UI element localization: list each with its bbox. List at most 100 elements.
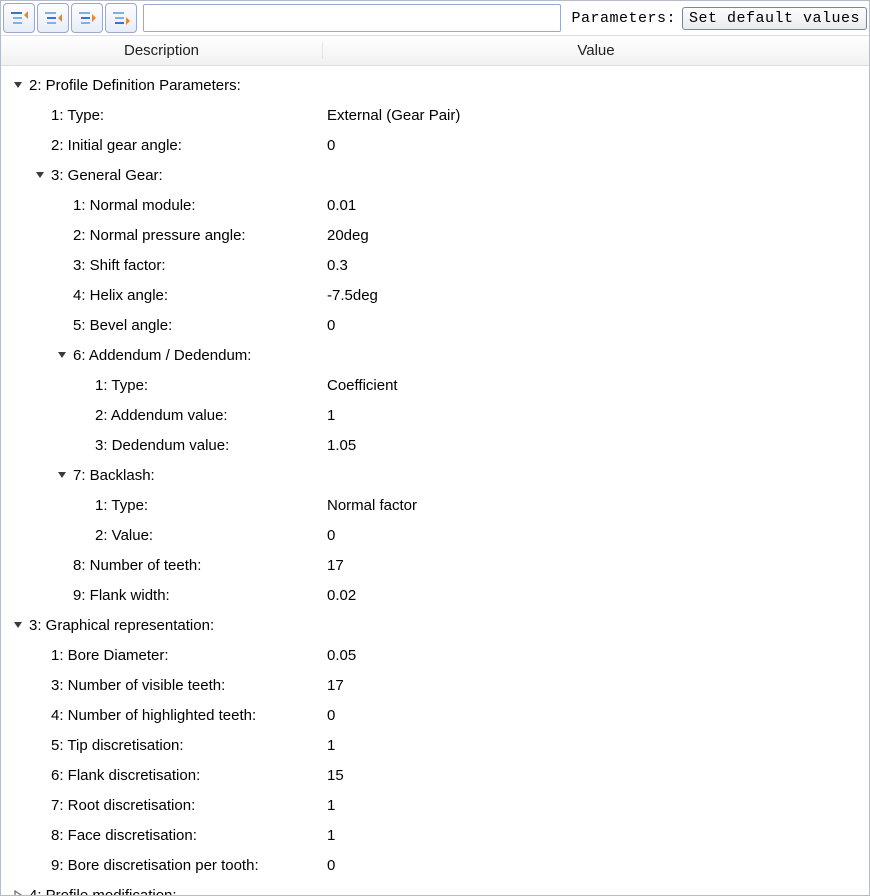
row-label: 1: Type: bbox=[91, 377, 148, 394]
parameter-tree[interactable]: 2: Profile Definition Parameters: 1: Type… bbox=[1, 66, 869, 896]
row-label: 3: Number of visible teeth: bbox=[47, 677, 225, 694]
row-label: 5: Tip discretisation: bbox=[47, 737, 184, 754]
row-label: 6: Addendum / Dedendum: bbox=[69, 347, 251, 364]
list-prev-icon bbox=[43, 9, 63, 27]
row-value[interactable]: -7.5deg bbox=[327, 287, 869, 304]
row-label: 4: Profile modification: bbox=[25, 887, 177, 896]
row-label: 7: Root discretisation: bbox=[47, 797, 195, 814]
row-label: 1: Bore Diameter: bbox=[47, 647, 169, 664]
row-value[interactable]: 17 bbox=[327, 557, 869, 574]
row-value[interactable]: 0 bbox=[327, 317, 869, 334]
tree-row[interactable]: 8: Face discretisation: 1 bbox=[5, 820, 869, 850]
row-label: 2: Value: bbox=[91, 527, 153, 544]
tree-row[interactable]: 7: Backlash: bbox=[5, 460, 869, 490]
set-defaults-button[interactable]: Set default values bbox=[682, 7, 867, 30]
tree-row[interactable]: 2: Initial gear angle: 0 bbox=[5, 130, 869, 160]
tree-row[interactable]: 7: Root discretisation: 1 bbox=[5, 790, 869, 820]
parameter-panel: Parameters: Set default values Descripti… bbox=[0, 0, 870, 896]
header-description[interactable]: Description bbox=[1, 42, 323, 59]
row-value[interactable]: 0 bbox=[327, 527, 869, 544]
collapse-icon[interactable] bbox=[33, 168, 47, 182]
tree-row[interactable]: 8: Number of teeth:17 bbox=[5, 550, 869, 580]
tree-row[interactable]: 6: Flank discretisation: 15 bbox=[5, 760, 869, 790]
row-label: 3: Shift factor: bbox=[69, 257, 166, 274]
row-value[interactable]: External (Gear Pair) bbox=[327, 107, 869, 124]
column-headers: Description Value bbox=[1, 36, 869, 66]
row-value[interactable]: 1 bbox=[327, 407, 869, 424]
tree-row[interactable]: 5: Bevel angle: 0 bbox=[5, 310, 869, 340]
tree-row[interactable]: 3: Number of visible teeth: 17 bbox=[5, 670, 869, 700]
tree-row[interactable]: 3: General Gear: bbox=[5, 160, 869, 190]
header-value[interactable]: Value bbox=[323, 42, 869, 59]
row-value[interactable]: 0.05 bbox=[327, 647, 869, 664]
row-value[interactable]: 1 bbox=[327, 827, 869, 844]
row-value[interactable]: 0.01 bbox=[327, 197, 869, 214]
tree-row[interactable]: 4: Number of highlighted teeth: 0 bbox=[5, 700, 869, 730]
row-label: 1: Normal module: bbox=[69, 197, 196, 214]
row-label: 8: Face discretisation: bbox=[47, 827, 197, 844]
row-label: 2: Normal pressure angle: bbox=[69, 227, 246, 244]
tree-row[interactable]: 9: Flank width: 0.02 bbox=[5, 580, 869, 610]
row-label: 9: Bore discretisation per tooth: bbox=[47, 857, 259, 874]
row-value[interactable]: 1.05 bbox=[327, 437, 869, 454]
tree-row[interactable]: 5: Tip discretisation: 1 bbox=[5, 730, 869, 760]
toolbar: Parameters: Set default values bbox=[1, 1, 869, 36]
parameters-label: Parameters: bbox=[567, 10, 680, 27]
tree-row[interactable]: 9: Bore discretisation per tooth: 0 bbox=[5, 850, 869, 880]
collapse-all-button[interactable] bbox=[3, 3, 35, 33]
tree-row[interactable]: 2: Value: 0 bbox=[5, 520, 869, 550]
row-value[interactable]: 0 bbox=[327, 707, 869, 724]
collapse-icon[interactable] bbox=[11, 78, 25, 92]
row-label: 4: Helix angle: bbox=[69, 287, 168, 304]
tree-row[interactable]: 3: Dedendum value: 1.05 bbox=[5, 430, 869, 460]
row-value[interactable]: 20deg bbox=[327, 227, 869, 244]
row-label: 2: Profile Definition Parameters: bbox=[25, 77, 241, 94]
row-value[interactable]: Coefficient bbox=[327, 377, 869, 394]
row-value[interactable]: 15 bbox=[327, 767, 869, 784]
row-label: 5: Bevel angle: bbox=[69, 317, 172, 334]
collapse-icon[interactable] bbox=[55, 468, 69, 482]
tree-row[interactable]: 4: Helix angle: -7.5deg bbox=[5, 280, 869, 310]
row-value[interactable]: 0.02 bbox=[327, 587, 869, 604]
tree-row[interactable]: 2: Addendum value: 1 bbox=[5, 400, 869, 430]
tree-row[interactable]: 6: Addendum / Dedendum: bbox=[5, 340, 869, 370]
row-value[interactable]: 0.3 bbox=[327, 257, 869, 274]
tree-row[interactable]: 1: Type: Coefficient bbox=[5, 370, 869, 400]
row-value[interactable]: 0 bbox=[327, 137, 869, 154]
expand-icon[interactable] bbox=[11, 888, 25, 896]
row-value[interactable]: 1 bbox=[327, 737, 869, 754]
collapse-icon[interactable] bbox=[55, 348, 69, 362]
tree-row[interactable]: 1: Type: External (Gear Pair) bbox=[5, 100, 869, 130]
next-item-button[interactable] bbox=[71, 3, 103, 33]
row-label: 6: Flank discretisation: bbox=[47, 767, 200, 784]
row-label: 7: Backlash: bbox=[69, 467, 155, 484]
tree-row[interactable]: 3: Shift factor: 0.3 bbox=[5, 250, 869, 280]
expand-all-button[interactable] bbox=[105, 3, 137, 33]
row-value[interactable]: 0 bbox=[327, 857, 869, 874]
row-value[interactable]: Normal factor bbox=[327, 497, 869, 514]
row-label: 1: Type: bbox=[91, 497, 148, 514]
tree-row[interactable]: 3: Graphical representation: bbox=[5, 610, 869, 640]
tree-row[interactable]: 1: Bore Diameter: 0.05 bbox=[5, 640, 869, 670]
tree-row[interactable]: 2: Profile Definition Parameters: bbox=[5, 70, 869, 100]
prev-item-button[interactable] bbox=[37, 3, 69, 33]
row-label: 4: Number of highlighted teeth: bbox=[47, 707, 256, 724]
row-label: 2: Initial gear angle: bbox=[47, 137, 182, 154]
list-first-icon bbox=[9, 9, 29, 27]
row-value[interactable]: 17 bbox=[327, 677, 869, 694]
row-label: 3: Dedendum value: bbox=[91, 437, 229, 454]
row-label: 3: Graphical representation: bbox=[25, 617, 214, 634]
tree-row[interactable]: 1: Normal module: 0.01 bbox=[5, 190, 869, 220]
list-last-icon bbox=[111, 9, 131, 27]
row-label: 1: Type: bbox=[47, 107, 104, 124]
collapse-icon[interactable] bbox=[11, 618, 25, 632]
list-next-icon bbox=[77, 9, 97, 27]
row-label: 3: General Gear: bbox=[47, 167, 163, 184]
tree-row[interactable]: 2: Normal pressure angle: 20deg bbox=[5, 220, 869, 250]
row-value[interactable]: 1 bbox=[327, 797, 869, 814]
search-input[interactable] bbox=[143, 4, 561, 32]
tree-row[interactable]: 1: Type: Normal factor bbox=[5, 490, 869, 520]
row-label: 2: Addendum value: bbox=[91, 407, 228, 424]
tree-row[interactable]: 4: Profile modification: bbox=[5, 880, 869, 896]
row-label: 9: Flank width: bbox=[69, 587, 170, 604]
